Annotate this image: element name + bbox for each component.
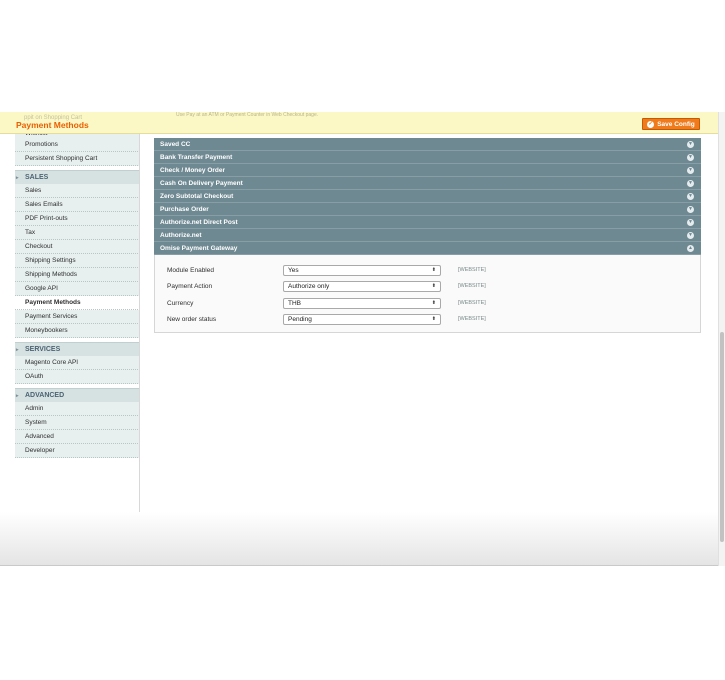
page-title: Payment Methods bbox=[16, 120, 89, 130]
header-hint-text: Use Pay at an ATM or Payment Counter in … bbox=[176, 112, 319, 118]
field-label: Payment Action bbox=[167, 283, 213, 290]
sidebar-item-payment-services[interactable]: Payment Services bbox=[15, 310, 140, 324]
select-value: Authorize only bbox=[288, 283, 330, 290]
sidebar-item-system[interactable]: System bbox=[15, 416, 140, 430]
scope-label: [WEBSITE] bbox=[458, 267, 486, 273]
sidebar-item-advanced[interactable]: Advanced bbox=[15, 430, 140, 444]
scope-label: [WEBSITE] bbox=[458, 300, 486, 306]
scope-label: [WEBSITE] bbox=[458, 316, 486, 322]
section-title: Authorize.net Direct Post bbox=[160, 219, 238, 226]
expand-icon[interactable]: ▼ bbox=[687, 193, 694, 200]
section-title: Check / Money Order bbox=[160, 167, 226, 174]
collapse-arrow-icon: ▸ bbox=[16, 347, 19, 353]
expand-icon[interactable]: ▼ bbox=[687, 219, 694, 226]
config-sidebar: Wishlist Promotions Persistent Shopping … bbox=[15, 130, 140, 458]
module-enabled-select[interactable]: Yes ⬍ bbox=[283, 265, 441, 276]
sidebar-item-payment-methods[interactable]: Payment Methods bbox=[15, 296, 140, 310]
new-order-status-select[interactable]: Pending ⬍ bbox=[283, 314, 441, 325]
select-arrows-icon: ⬍ bbox=[431, 300, 436, 306]
section-title: Omise Payment Gateway bbox=[160, 245, 238, 252]
sidebar-item-shipping-settings[interactable]: Shipping Settings bbox=[15, 254, 140, 268]
save-config-label: Save Config bbox=[657, 120, 695, 128]
field-label: New order status bbox=[167, 316, 217, 323]
sidebar-item-oauth[interactable]: OAuth bbox=[15, 370, 140, 384]
section-title: Bank Transfer Payment bbox=[160, 154, 233, 161]
section-authorizenet[interactable]: Authorize.net ▼ bbox=[154, 229, 701, 242]
section-authorizenet-direct-post[interactable]: Authorize.net Direct Post ▼ bbox=[154, 216, 701, 229]
sidebar-item-persistent-cart[interactable]: Persistent Shopping Cart bbox=[15, 152, 140, 166]
section-check-money-order[interactable]: Check / Money Order ▼ bbox=[154, 164, 701, 177]
sidebar-item-shipping-methods[interactable]: Shipping Methods bbox=[15, 268, 140, 282]
sticky-header: Use Pay at an ATM or Payment Counter in … bbox=[0, 112, 718, 134]
sidebar-item-developer[interactable]: Developer bbox=[15, 444, 140, 458]
select-value: THB bbox=[288, 300, 301, 307]
section-purchase-order[interactable]: Purchase Order ▼ bbox=[154, 203, 701, 216]
sidebar-item-sales[interactable]: Sales bbox=[15, 184, 140, 198]
select-value: Pending bbox=[288, 316, 312, 323]
section-cash-on-delivery[interactable]: Cash On Delivery Payment ▼ bbox=[154, 177, 701, 190]
select-arrows-icon: ⬍ bbox=[431, 267, 436, 273]
config-content: Saved CC ▼ Bank Transfer Payment ▼ Check /… bbox=[154, 138, 701, 333]
scope-label: [WEBSITE] bbox=[458, 283, 486, 289]
scrollbar-thumb[interactable] bbox=[720, 332, 724, 542]
expand-icon[interactable]: ▼ bbox=[687, 232, 694, 239]
save-config-button[interactable]: ✓ Save Config bbox=[642, 118, 700, 130]
section-title: Zero Subtotal Checkout bbox=[160, 193, 234, 200]
sidebar-section-services[interactable]: ▸ SERVICES bbox=[15, 342, 140, 356]
sidebar-section-label: SALES bbox=[25, 174, 49, 181]
section-zero-subtotal[interactable]: Zero Subtotal Checkout ▼ bbox=[154, 190, 701, 203]
field-row-module-enabled: Module Enabled Yes ⬍ [WEBSITE] bbox=[155, 265, 700, 277]
expand-icon[interactable]: ▼ bbox=[687, 141, 694, 148]
field-row-payment-action: Payment Action Authorize only ⬍ [WEBSITE] bbox=[155, 281, 700, 293]
field-label: Module Enabled bbox=[167, 267, 214, 274]
sidebar-divider bbox=[139, 134, 140, 514]
sidebar-item-admin[interactable]: Admin bbox=[15, 402, 140, 416]
expand-icon[interactable]: ▼ bbox=[687, 167, 694, 174]
sidebar-item-moneybookers[interactable]: Moneybookers bbox=[15, 324, 140, 338]
check-icon: ✓ bbox=[647, 120, 655, 128]
sidebar-item-checkout[interactable]: Checkout bbox=[15, 240, 140, 254]
collapse-arrow-icon: ▸ bbox=[16, 393, 19, 399]
expand-icon[interactable]: ▼ bbox=[687, 206, 694, 213]
sidebar-section-sales[interactable]: ▸ SALES bbox=[15, 170, 140, 184]
sidebar-item-promotions[interactable]: Promotions bbox=[15, 138, 140, 152]
sidebar-section-label: SERVICES bbox=[25, 346, 61, 353]
collapse-arrow-icon: ▸ bbox=[16, 175, 19, 181]
section-title: Cash On Delivery Payment bbox=[160, 180, 243, 187]
section-title: Purchase Order bbox=[160, 206, 209, 213]
collapse-icon[interactable]: ▲ bbox=[687, 245, 694, 252]
sidebar-item-google-api[interactable]: Google API bbox=[15, 282, 140, 296]
select-value: Yes bbox=[288, 267, 299, 274]
sidebar-item-pdf-printouts[interactable]: PDF Print-outs bbox=[15, 212, 140, 226]
section-bank-transfer[interactable]: Bank Transfer Payment ▼ bbox=[154, 151, 701, 164]
section-title: Authorize.net bbox=[160, 232, 202, 239]
section-saved-cc[interactable]: Saved CC ▼ bbox=[154, 138, 701, 151]
sidebar-section-advanced[interactable]: ▸ ADVANCED bbox=[15, 388, 140, 402]
section-omise[interactable]: Omise Payment Gateway ▲ bbox=[154, 242, 701, 255]
currency-select[interactable]: THB ⬍ bbox=[283, 298, 441, 309]
field-row-currency: Currency THB ⬍ [WEBSITE] bbox=[155, 298, 700, 310]
sidebar-item-tax[interactable]: Tax bbox=[15, 226, 140, 240]
omise-fieldset: Module Enabled Yes ⬍ [WEBSITE] Payment Ac… bbox=[154, 255, 701, 333]
select-arrows-icon: ⬍ bbox=[431, 316, 436, 322]
sidebar-item-sales-emails[interactable]: Sales Emails bbox=[15, 198, 140, 212]
section-title: Saved CC bbox=[160, 141, 191, 148]
sidebar-section-label: ADVANCED bbox=[25, 392, 65, 399]
sidebar-item-magento-core-api[interactable]: Magento Core API bbox=[15, 356, 140, 370]
field-row-new-order-status: New order status Pending ⬍ [WEBSITE] bbox=[155, 314, 700, 326]
expand-icon[interactable]: ▼ bbox=[687, 154, 694, 161]
payment-action-select[interactable]: Authorize only ⬍ bbox=[283, 281, 441, 292]
vertical-scrollbar[interactable] bbox=[718, 112, 725, 566]
expand-icon[interactable]: ▼ bbox=[687, 180, 694, 187]
admin-window: Wishlist Promotions Persistent Shopping … bbox=[0, 112, 718, 566]
page-footer bbox=[0, 512, 718, 565]
select-arrows-icon: ⬍ bbox=[431, 283, 436, 289]
field-label: Currency bbox=[167, 300, 194, 307]
